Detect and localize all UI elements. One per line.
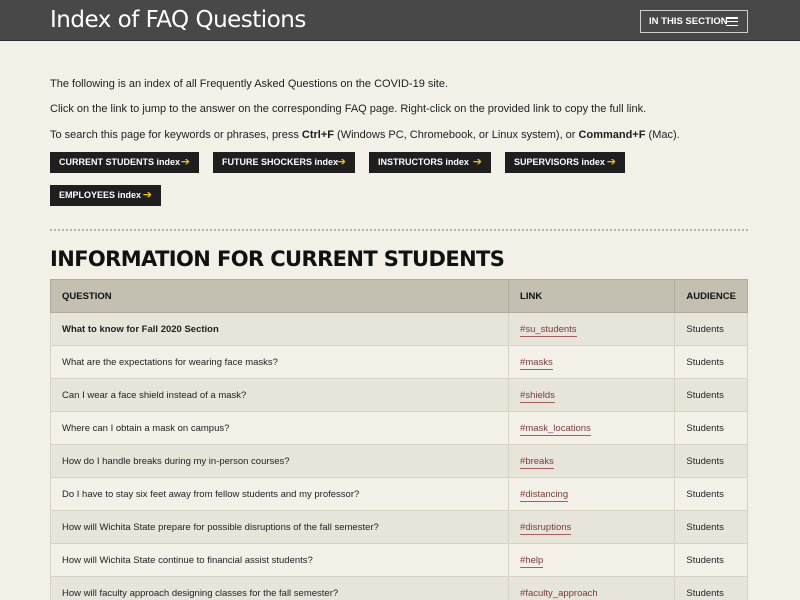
- table-row: What are the expectations for wearing fa…: [49, 345, 748, 379]
- faq-link[interactable]: #su_students: [520, 323, 577, 337]
- arrow-right-icon: ➔: [142, 189, 152, 201]
- question-cell: Do I have to stay six feet away from fel…: [49, 477, 510, 511]
- question-cell: Can I wear a face shield instead of a ma…: [49, 378, 510, 412]
- current-students-index-button[interactable]: CURRENT STUDENTS index ➔: [50, 152, 199, 173]
- question-cell: How do I handle breaks during my in-pers…: [49, 444, 510, 478]
- question-cell: How will faculty approach designing clas…: [49, 576, 510, 600]
- faq-link[interactable]: #shields: [520, 389, 555, 403]
- link-cell: #su_students: [508, 312, 676, 346]
- page-title: Index of FAQ Questions: [50, 7, 306, 33]
- shortcut-ctrl-f: Ctrl+F: [301, 129, 334, 141]
- audience-cell: Students: [674, 510, 748, 544]
- supervisors-index-button[interactable]: SUPERVISORS index ➔: [505, 152, 625, 173]
- faq-link[interactable]: #masks: [520, 356, 553, 370]
- link-cell: #faculty_approach: [508, 576, 676, 600]
- intro-text-3b: (Windows PC, Chromebook, or Linux system…: [334, 129, 579, 141]
- intro-text-3c: (Mac).: [645, 129, 680, 141]
- in-this-section-button[interactable]: IN THIS SECTION: [640, 10, 748, 33]
- table-header-row: QUESTION LINK AUDIENCE: [49, 279, 748, 313]
- audience-cell: Students: [674, 576, 748, 600]
- shortcut-command-f: Command+F: [578, 129, 646, 141]
- faq-index-table: QUESTION LINK AUDIENCE What to know for …: [49, 279, 748, 600]
- question-cell: How will Wichita State continue to finan…: [49, 543, 510, 577]
- link-cell: #masks: [508, 345, 676, 379]
- faq-link[interactable]: #faculty_approach: [520, 587, 598, 600]
- faq-link[interactable]: #help: [520, 554, 544, 568]
- table-row: Can I wear a face shield instead of a ma…: [49, 378, 748, 412]
- index-button-label: INSTRUCTORS index: [378, 157, 469, 167]
- table-row: How will Wichita State continue to finan…: [49, 543, 748, 577]
- index-button-label: SUPERVISORS index: [514, 157, 605, 167]
- hamburger-menu-icon: [726, 17, 738, 27]
- table-row: How will faculty approach designing clas…: [49, 576, 748, 600]
- intro-text-3a: To search this page for keywords or phra…: [50, 129, 302, 141]
- audience-cell: Students: [674, 411, 748, 445]
- intro-text-1: The following is an index of all Frequen…: [50, 78, 449, 90]
- instructors-index-button[interactable]: INSTRUCTORS index ➔: [369, 152, 491, 173]
- employees-index-button[interactable]: EMPLOYEES index ➔: [50, 185, 161, 206]
- link-cell: #mask_locations: [508, 411, 676, 445]
- question-cell: How will Wichita State prepare for possi…: [49, 510, 510, 544]
- site-header: Index of FAQ Questions IN THIS SECTION: [0, 0, 800, 41]
- table-row: Where can I obtain a mask on campus? #ma…: [49, 411, 748, 445]
- audience-cell: Students: [674, 312, 748, 346]
- table-row: How do I handle breaks during my in-pers…: [49, 444, 748, 478]
- faq-link[interactable]: #distancing: [520, 488, 569, 502]
- audience-cell: Students: [674, 378, 748, 412]
- link-cell: #help: [508, 543, 676, 577]
- intro-text-3: To search this page for keywords or phra…: [50, 128, 750, 142]
- index-button-label: FUTURE SHOCKERS index: [222, 157, 339, 167]
- link-cell: #disruptions: [508, 510, 676, 544]
- link-cell: #shields: [508, 378, 676, 412]
- question-cell: Where can I obtain a mask on campus?: [49, 411, 510, 445]
- column-header-question: QUESTION: [49, 279, 510, 313]
- future-shockers-index-button[interactable]: FUTURE SHOCKERS index ➔: [213, 152, 355, 173]
- faq-link[interactable]: #mask_locations: [520, 422, 591, 436]
- table-row: How will Wichita State prepare for possi…: [49, 510, 748, 544]
- arrow-right-icon: ➔: [472, 156, 482, 168]
- question-cell: What are the expectations for wearing fa…: [49, 345, 510, 379]
- question-cell: What to know for Fall 2020 Section: [49, 312, 510, 346]
- link-cell: #breaks: [508, 444, 676, 478]
- audience-cell: Students: [674, 477, 748, 511]
- arrow-right-icon: ➔: [336, 156, 346, 168]
- audience-cell: Students: [674, 543, 748, 577]
- faq-link[interactable]: #breaks: [520, 455, 554, 469]
- column-header-link: LINK: [508, 279, 676, 313]
- section-heading: INFORMATION FOR CURRENT STUDENTS: [50, 247, 505, 271]
- index-button-label: EMPLOYEES index: [59, 190, 142, 200]
- link-cell: #distancing: [508, 477, 676, 511]
- faq-link[interactable]: #disruptions: [520, 521, 572, 535]
- audience-cell: Students: [674, 345, 748, 379]
- dotted-divider: [50, 229, 748, 231]
- index-button-label: CURRENT STUDENTS index: [59, 157, 181, 167]
- audience-cell: Students: [674, 444, 748, 478]
- intro-text-2: Click on the link to jump to the answer …: [50, 103, 647, 115]
- arrow-right-icon: ➔: [606, 156, 616, 168]
- column-header-audience: AUDIENCE: [674, 279, 748, 313]
- table-row: Do I have to stay six feet away from fel…: [49, 477, 748, 511]
- table-row: What to know for Fall 2020 Section #su_s…: [49, 312, 748, 346]
- arrow-right-icon: ➔: [180, 156, 190, 168]
- in-this-section-label: IN THIS SECTION: [649, 16, 728, 27]
